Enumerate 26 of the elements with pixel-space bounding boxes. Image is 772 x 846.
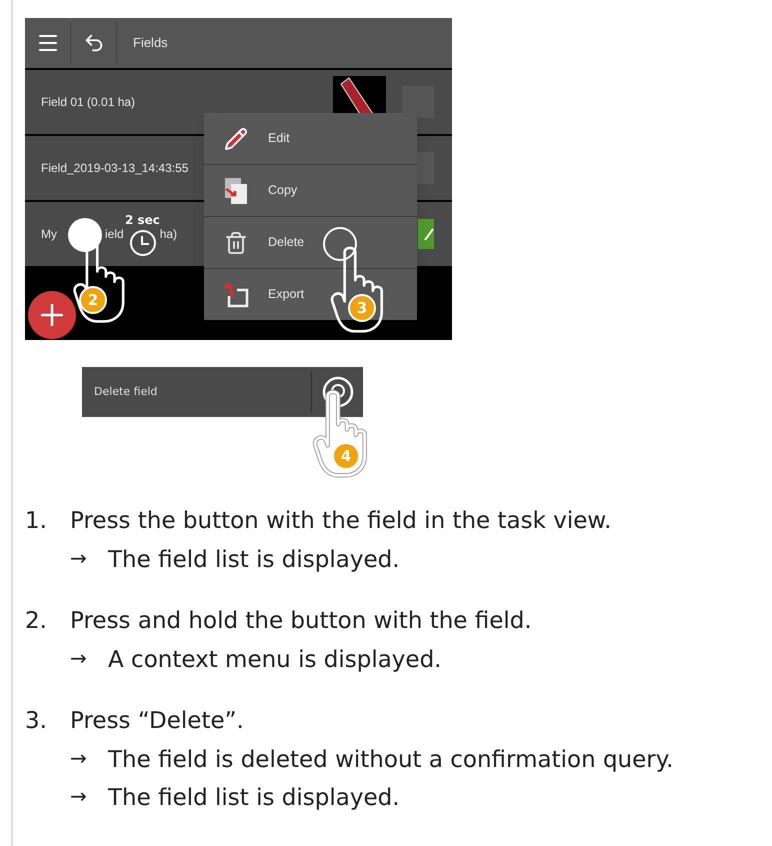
field-name-text: Field_2019-03-13_14:43:55 <box>41 160 188 177</box>
step-number: 1. <box>25 507 48 536</box>
menu-item-label: Export <box>268 286 304 304</box>
field-name-text: Field 01 (0.01 ha) <box>41 94 136 111</box>
step-number: 3. <box>25 707 48 736</box>
step-text: Press the button with the field in the task view. <box>70 507 612 536</box>
result-arrow: → <box>70 644 88 672</box>
field-name-text: ield <box>105 226 124 243</box>
step-text: Press “Delete”. <box>70 707 244 736</box>
screen-title: Fields <box>133 34 168 52</box>
result-arrow: → <box>70 744 88 772</box>
hold-duration-text: 2 sec <box>125 212 160 229</box>
step-number-badge: 2 <box>79 286 107 314</box>
result-arrow: → <box>70 544 88 572</box>
step-text: Press and hold the button with the field. <box>70 607 532 636</box>
field-name-text: ha) <box>160 226 178 243</box>
confirmation-text: Delete field <box>93 384 158 400</box>
result-text: The field is deleted without a confirmation query. <box>108 746 674 774</box>
result-arrow: → <box>70 783 88 810</box>
result-text: The field list is displayed. <box>108 784 400 813</box>
menu-item-label: Delete <box>268 234 304 252</box>
step-number: 2. <box>25 607 48 636</box>
result-text: A context menu is displayed. <box>108 646 442 674</box>
result-text: The field list is displayed. <box>108 546 400 574</box>
field-name-text: My <box>41 226 57 243</box>
menu-item-label: Copy <box>268 182 298 200</box>
